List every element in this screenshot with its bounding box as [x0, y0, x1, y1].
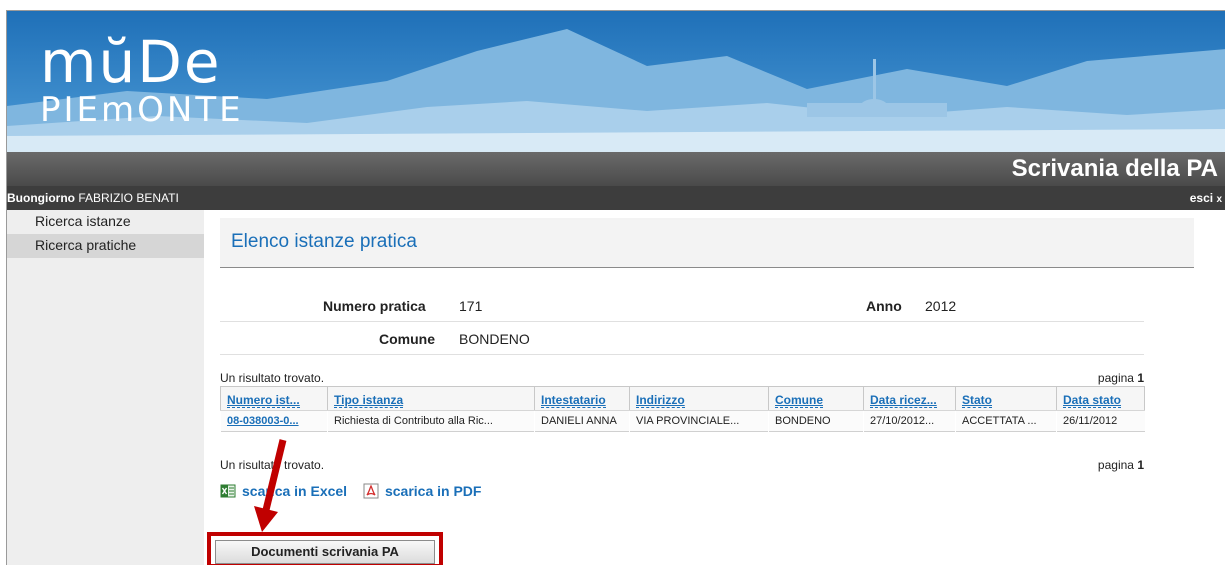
sidebar-item-ricerca-istanze[interactable]: Ricerca istanze: [7, 210, 204, 234]
greeting: Buongiorno FABRIZIO BENATI: [7, 191, 179, 205]
cell-stato: ACCETTATA ...: [955, 410, 1057, 432]
title-bar: Scrivania della PA: [7, 152, 1225, 186]
main-content: Elenco istanze pratica Numero pratica 17…: [220, 218, 1194, 555]
column-header-data-stato[interactable]: Data stato: [1056, 386, 1145, 411]
cell-data-ricezione: 27/10/2012...: [863, 410, 956, 432]
page-number: 1: [1137, 458, 1144, 472]
pagination-top: pagina 1: [1098, 371, 1144, 385]
download-pdf-link[interactable]: scarica in PDF: [363, 483, 482, 499]
greeting-prefix: Buongiorno: [7, 191, 75, 205]
page-number: 1: [1137, 371, 1144, 385]
download-pdf-label: scarica in PDF: [384, 483, 482, 499]
results-count: Un risultato trovato.: [220, 458, 325, 472]
user-name: FABRIZIO BENATI: [78, 191, 179, 205]
info-row-pratica: Numero pratica 171 Anno 2012: [220, 289, 1144, 322]
cell-numero-istanza-link[interactable]: 08-038003-0...: [220, 410, 328, 432]
table-row: 08-038003-0... Richiesta di Contributo a…: [220, 410, 1145, 432]
results-summary-bottom: Un risultato trovato. pagina 1: [220, 458, 1144, 472]
numero-pratica-label: Numero pratica: [323, 298, 426, 314]
logout-link[interactable]: esci x: [1190, 191, 1222, 205]
close-icon: x: [1216, 194, 1222, 205]
download-links: scarica in Excel scarica in PDF: [220, 483, 493, 502]
anno-label: Anno: [866, 298, 902, 314]
cell-data-stato: 26/11/2012: [1056, 410, 1145, 432]
cell-comune: BONDENO: [768, 410, 864, 432]
results-count: Un risultato trovato.: [220, 371, 325, 385]
comune-value: BONDENO: [459, 331, 530, 347]
download-excel-link[interactable]: scarica in Excel: [220, 483, 347, 499]
results-table: Numero ist... Tipo istanza Intestatario …: [220, 386, 1145, 432]
cell-indirizzo: VIA PROVINCIALE...: [629, 410, 769, 432]
sidebar: Ricerca istanze Ricerca pratiche: [7, 210, 204, 565]
section-header: Elenco istanze pratica: [220, 218, 1194, 268]
download-excel-label: scarica in Excel: [242, 483, 348, 499]
user-bar: Buongiorno FABRIZIO BENATI esci x: [7, 186, 1225, 210]
info-row-comune: Comune BONDENO: [220, 322, 1144, 355]
pdf-icon: [363, 483, 379, 499]
column-header-data-ricezione[interactable]: Data ricez...: [863, 386, 956, 411]
cell-tipo-istanza: Richiesta di Contributo alla Ric...: [327, 410, 535, 432]
column-header-comune[interactable]: Comune: [768, 386, 864, 411]
cell-intestatario: DANIELI ANNA: [534, 410, 630, 432]
page-label: pagina: [1097, 458, 1134, 472]
comune-label: Comune: [379, 331, 435, 347]
highlight-box: Documenti scrivania PA: [207, 532, 443, 565]
column-header-tipo[interactable]: Tipo istanza: [327, 386, 535, 411]
header-banner: mŭDe PIEmONTE: [7, 11, 1225, 152]
page-title: Elenco istanze pratica: [231, 231, 417, 252]
anno-value: 2012: [925, 298, 957, 314]
app-title: Scrivania della PA: [1011, 155, 1218, 182]
documenti-scrivania-button[interactable]: Documenti scrivania PA: [215, 540, 435, 564]
logo-piemonte: PIEmONTE: [40, 90, 244, 130]
column-header-numero[interactable]: Numero ist...: [220, 386, 328, 411]
logout-label: esci: [1189, 191, 1214, 205]
sidebar-item-ricerca-pratiche[interactable]: Ricerca pratiche: [7, 234, 204, 258]
numero-pratica-value: 171: [459, 298, 483, 314]
table-header-row: Numero ist... Tipo istanza Intestatario …: [220, 386, 1145, 411]
excel-icon: [220, 484, 236, 498]
logo-mude: mŭDe: [40, 28, 222, 96]
page-label: pagina: [1097, 371, 1134, 385]
results-summary-top: Un risultato trovato. pagina 1: [220, 371, 1144, 385]
column-header-stato[interactable]: Stato: [955, 386, 1057, 411]
column-header-indirizzo[interactable]: Indirizzo: [629, 386, 769, 411]
pagination-bottom: pagina 1: [1098, 458, 1144, 472]
column-header-intestatario[interactable]: Intestatario: [534, 386, 630, 411]
